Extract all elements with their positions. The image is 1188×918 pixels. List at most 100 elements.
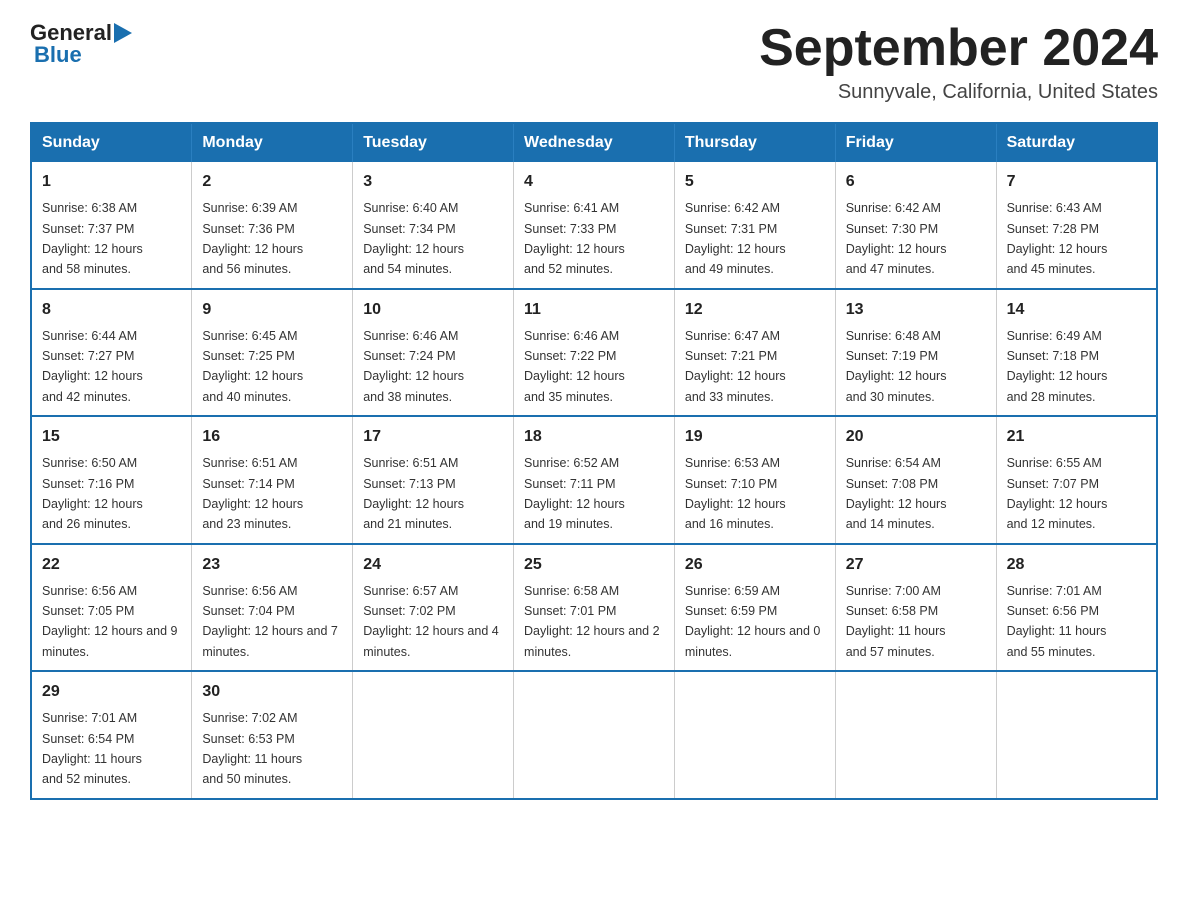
day-number: 15 (42, 425, 181, 449)
day-number: 1 (42, 170, 181, 194)
header-wednesday: Wednesday (514, 123, 675, 162)
day-number: 27 (846, 553, 986, 577)
calendar-cell: 27 Sunrise: 7:00 AMSunset: 6:58 PMDayligh… (835, 544, 996, 672)
calendar-header-row: SundayMondayTuesdayWednesdayThursdayFrid… (31, 123, 1157, 162)
day-number: 17 (363, 425, 503, 449)
calendar-week-row: 8Sunrise: 6:44 AMSunset: 7:27 PMDaylight… (31, 289, 1157, 417)
calendar-title: September 2024 (759, 20, 1158, 77)
day-info: Sunrise: 6:51 AMSunset: 7:13 PMDaylight:… (363, 456, 464, 531)
calendar-cell (353, 671, 514, 799)
day-number: 23 (202, 553, 342, 577)
day-info: Sunrise: 6:58 AMSunset: 7:01 PMDaylight:… (524, 584, 660, 659)
calendar-cell: 13Sunrise: 6:48 AMSunset: 7:19 PMDayligh… (835, 289, 996, 417)
day-number: 6 (846, 170, 986, 194)
calendar-cell: 8Sunrise: 6:44 AMSunset: 7:27 PMDaylight… (31, 289, 192, 417)
day-number: 5 (685, 170, 825, 194)
header-friday: Friday (835, 123, 996, 162)
calendar-cell: 14 Sunrise: 6:49 AMSunset: 7:18 PMDayligh… (996, 289, 1157, 417)
logo: General Blue (30, 20, 134, 68)
day-number: 25 (524, 553, 664, 577)
page-header: General Blue September 2024 Sunnyvale, C… (30, 20, 1158, 104)
calendar-cell: 9 Sunrise: 6:45 AMSunset: 7:25 PMDaylight… (192, 289, 353, 417)
header-thursday: Thursday (674, 123, 835, 162)
calendar-cell: 26Sunrise: 6:59 AMSunset: 6:59 PMDayligh… (674, 544, 835, 672)
calendar-cell (835, 671, 996, 799)
calendar-cell: 29Sunrise: 7:01 AMSunset: 6:54 PMDayligh… (31, 671, 192, 799)
calendar-table: SundayMondayTuesdayWednesdayThursdayFrid… (30, 122, 1158, 800)
calendar-cell: 5 Sunrise: 6:42 AMSunset: 7:31 PMDaylight… (674, 162, 835, 289)
day-number: 8 (42, 298, 181, 322)
day-number: 14 (1007, 298, 1146, 322)
header-saturday: Saturday (996, 123, 1157, 162)
calendar-cell: 20Sunrise: 6:54 AMSunset: 7:08 PMDayligh… (835, 416, 996, 544)
day-info: Sunrise: 6:38 AMSunset: 7:37 PMDaylight:… (42, 201, 143, 276)
day-number: 28 (1007, 553, 1146, 577)
calendar-week-row: 1 Sunrise: 6:38 AMSunset: 7:37 PMDaylight… (31, 162, 1157, 289)
day-info: Sunrise: 6:43 AMSunset: 7:28 PMDaylight:… (1007, 201, 1108, 276)
day-info: Sunrise: 6:53 AMSunset: 7:10 PMDaylight:… (685, 456, 786, 531)
day-number: 22 (42, 553, 181, 577)
day-info: Sunrise: 6:48 AMSunset: 7:19 PMDaylight:… (846, 329, 947, 404)
day-number: 7 (1007, 170, 1146, 194)
day-number: 19 (685, 425, 825, 449)
day-info: Sunrise: 6:41 AMSunset: 7:33 PMDaylight:… (524, 201, 625, 276)
logo-blue-text: Blue (34, 42, 82, 68)
calendar-cell: 16 Sunrise: 6:51 AMSunset: 7:14 PMDayligh… (192, 416, 353, 544)
day-number: 10 (363, 298, 503, 322)
calendar-cell: 2 Sunrise: 6:39 AMSunset: 7:36 PMDaylight… (192, 162, 353, 289)
calendar-cell (674, 671, 835, 799)
calendar-cell: 3 Sunrise: 6:40 AMSunset: 7:34 PMDaylight… (353, 162, 514, 289)
day-info: Sunrise: 6:51 AMSunset: 7:14 PMDaylight:… (202, 456, 303, 531)
day-info: Sunrise: 7:02 AMSunset: 6:53 PMDaylight:… (202, 711, 302, 786)
day-info: Sunrise: 6:42 AMSunset: 7:31 PMDaylight:… (685, 201, 786, 276)
calendar-cell: 30 Sunrise: 7:02 AMSunset: 6:53 PMDayligh… (192, 671, 353, 799)
day-info: Sunrise: 6:57 AMSunset: 7:02 PMDaylight:… (363, 584, 499, 659)
day-number: 4 (524, 170, 664, 194)
day-info: Sunrise: 6:42 AMSunset: 7:30 PMDaylight:… (846, 201, 947, 276)
day-info: Sunrise: 6:45 AMSunset: 7:25 PMDaylight:… (202, 329, 303, 404)
day-number: 18 (524, 425, 664, 449)
day-info: Sunrise: 6:54 AMSunset: 7:08 PMDaylight:… (846, 456, 947, 531)
header-monday: Monday (192, 123, 353, 162)
day-info: Sunrise: 6:49 AMSunset: 7:18 PMDaylight:… (1007, 329, 1108, 404)
calendar-cell: 25 Sunrise: 6:58 AMSunset: 7:01 PMDayligh… (514, 544, 675, 672)
calendar-subtitle: Sunnyvale, California, United States (759, 81, 1158, 104)
day-info: Sunrise: 7:01 AMSunset: 6:54 PMDaylight:… (42, 711, 142, 786)
calendar-cell: 18 Sunrise: 6:52 AMSunset: 7:11 PMDayligh… (514, 416, 675, 544)
calendar-week-row: 15 Sunrise: 6:50 AMSunset: 7:16 PMDayligh… (31, 416, 1157, 544)
day-info: Sunrise: 6:52 AMSunset: 7:11 PMDaylight:… (524, 456, 625, 531)
day-info: Sunrise: 6:46 AMSunset: 7:22 PMDaylight:… (524, 329, 625, 404)
calendar-week-row: 29Sunrise: 7:01 AMSunset: 6:54 PMDayligh… (31, 671, 1157, 799)
day-info: Sunrise: 6:55 AMSunset: 7:07 PMDaylight:… (1007, 456, 1108, 531)
day-number: 9 (202, 298, 342, 322)
day-number: 21 (1007, 425, 1146, 449)
calendar-cell: 1 Sunrise: 6:38 AMSunset: 7:37 PMDaylight… (31, 162, 192, 289)
day-info: Sunrise: 6:40 AMSunset: 7:34 PMDaylight:… (363, 201, 464, 276)
calendar-cell: 12Sunrise: 6:47 AMSunset: 7:21 PMDayligh… (674, 289, 835, 417)
day-info: Sunrise: 6:46 AMSunset: 7:24 PMDaylight:… (363, 329, 464, 404)
logo-flag-icon (114, 23, 134, 45)
calendar-cell: 22Sunrise: 6:56 AMSunset: 7:05 PMDayligh… (31, 544, 192, 672)
day-info: Sunrise: 7:00 AMSunset: 6:58 PMDaylight:… (846, 584, 946, 659)
calendar-cell: 7 Sunrise: 6:43 AMSunset: 7:28 PMDaylight… (996, 162, 1157, 289)
day-info: Sunrise: 6:39 AMSunset: 7:36 PMDaylight:… (202, 201, 303, 276)
day-number: 30 (202, 680, 342, 704)
calendar-cell: 10 Sunrise: 6:46 AMSunset: 7:24 PMDayligh… (353, 289, 514, 417)
calendar-cell: 28 Sunrise: 7:01 AMSunset: 6:56 PMDayligh… (996, 544, 1157, 672)
calendar-cell: 17 Sunrise: 6:51 AMSunset: 7:13 PMDayligh… (353, 416, 514, 544)
day-number: 16 (202, 425, 342, 449)
calendar-cell: 19 Sunrise: 6:53 AMSunset: 7:10 PMDayligh… (674, 416, 835, 544)
calendar-week-row: 22Sunrise: 6:56 AMSunset: 7:05 PMDayligh… (31, 544, 1157, 672)
day-info: Sunrise: 6:47 AMSunset: 7:21 PMDaylight:… (685, 329, 786, 404)
calendar-cell: 4 Sunrise: 6:41 AMSunset: 7:33 PMDaylight… (514, 162, 675, 289)
header-tuesday: Tuesday (353, 123, 514, 162)
day-info: Sunrise: 6:50 AMSunset: 7:16 PMDaylight:… (42, 456, 143, 531)
day-info: Sunrise: 7:01 AMSunset: 6:56 PMDaylight:… (1007, 584, 1107, 659)
header-sunday: Sunday (31, 123, 192, 162)
day-number: 3 (363, 170, 503, 194)
day-info: Sunrise: 6:59 AMSunset: 6:59 PMDaylight:… (685, 584, 821, 659)
day-number: 2 (202, 170, 342, 194)
day-number: 11 (524, 298, 664, 322)
calendar-cell: 15 Sunrise: 6:50 AMSunset: 7:16 PMDayligh… (31, 416, 192, 544)
calendar-cell: 23Sunrise: 6:56 AMSunset: 7:04 PMDayligh… (192, 544, 353, 672)
